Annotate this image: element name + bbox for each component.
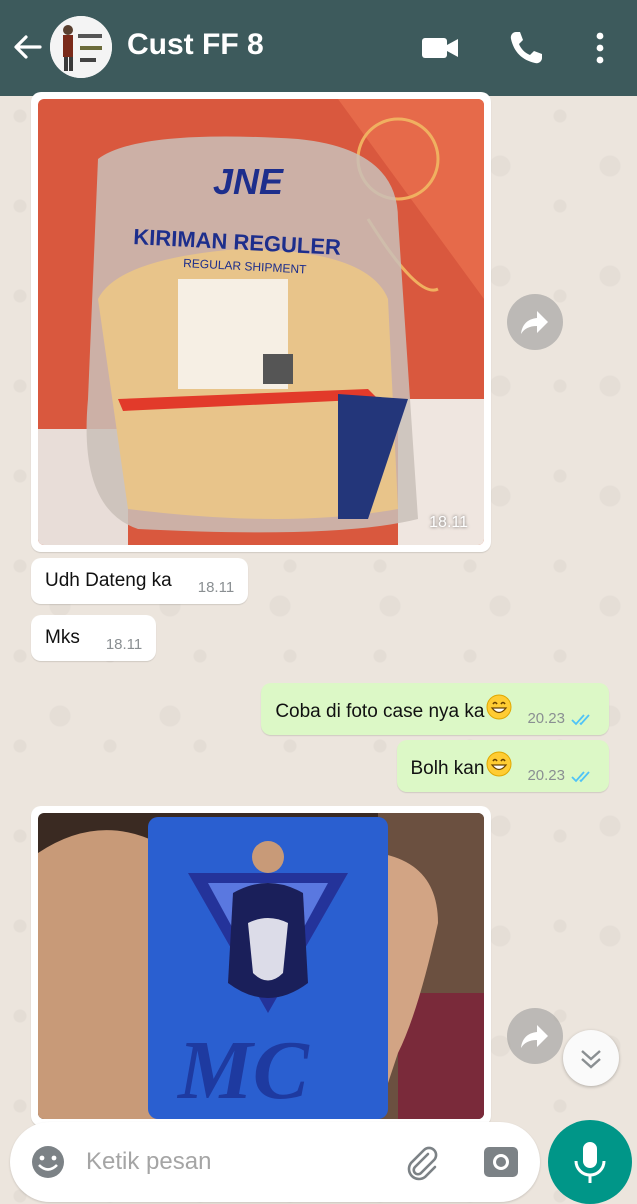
forward-icon	[521, 311, 548, 334]
outgoing-message[interactable]: Coba di foto case nya ka 20.23	[261, 683, 609, 735]
message-time: 18.11	[197, 579, 235, 596]
image-message-case[interactable]: MC	[31, 806, 491, 1126]
phone-icon[interactable]	[506, 28, 546, 68]
message-time: 20.23	[527, 767, 565, 784]
svg-text:JNE: JNE	[213, 161, 284, 202]
svg-text:MC: MC	[176, 1024, 310, 1117]
forward-button[interactable]	[507, 1008, 563, 1064]
outgoing-message[interactable]: Bolh kan 20.23	[396, 740, 609, 792]
avatar-image	[50, 16, 112, 78]
incoming-message[interactable]: Mks 18.11	[31, 615, 157, 661]
video-camera-icon[interactable]	[420, 28, 460, 68]
message-time: 18.11	[429, 514, 468, 531]
forward-button[interactable]	[507, 294, 563, 350]
more-vert-icon[interactable]	[582, 28, 618, 68]
image-message-package[interactable]: JNE KIRIMAN REGULER REGULAR SHIPMENT 18.…	[31, 92, 491, 552]
scroll-to-bottom-button[interactable]	[563, 1030, 619, 1086]
phone-case-photo-image: MC	[38, 813, 484, 1119]
microphone-icon	[574, 1142, 606, 1183]
forward-icon	[521, 1025, 548, 1048]
double-chevron-down-icon	[581, 1050, 601, 1069]
message-text: Coba di foto case nya ka	[275, 701, 485, 722]
package-photo[interactable]: JNE KIRIMAN REGULER REGULAR SHIPMENT 18.…	[38, 99, 484, 545]
message-input[interactable]	[86, 1144, 386, 1180]
camera-icon[interactable]	[482, 1143, 520, 1181]
message-text: Udh Dateng ka	[45, 570, 172, 591]
chat-header: Cust FF 8	[0, 0, 637, 96]
message-text: Mks	[45, 627, 80, 648]
package-photo-image: JNE KIRIMAN REGULER REGULAR SHIPMENT	[38, 99, 484, 545]
message-time: 20.23	[527, 710, 565, 727]
emoji-icon[interactable]	[28, 1142, 68, 1182]
avatar[interactable]	[50, 16, 112, 78]
message-time: 18.11	[105, 636, 143, 653]
read-receipt-icon	[571, 771, 590, 783]
phone-case-photo[interactable]: MC	[38, 813, 484, 1119]
message-composer	[10, 1122, 540, 1202]
grinning-face-icon	[486, 751, 512, 777]
grinning-face-icon	[486, 694, 512, 720]
read-receipt-icon	[571, 714, 590, 726]
contact-name[interactable]: Cust FF 8	[127, 28, 264, 62]
arrow-left-icon[interactable]	[10, 30, 44, 64]
paperclip-icon[interactable]	[402, 1142, 442, 1182]
microphone-button[interactable]	[548, 1120, 632, 1204]
message-text: Bolh kan	[410, 758, 485, 779]
incoming-message[interactable]: Udh Dateng ka 18.11	[31, 558, 249, 604]
